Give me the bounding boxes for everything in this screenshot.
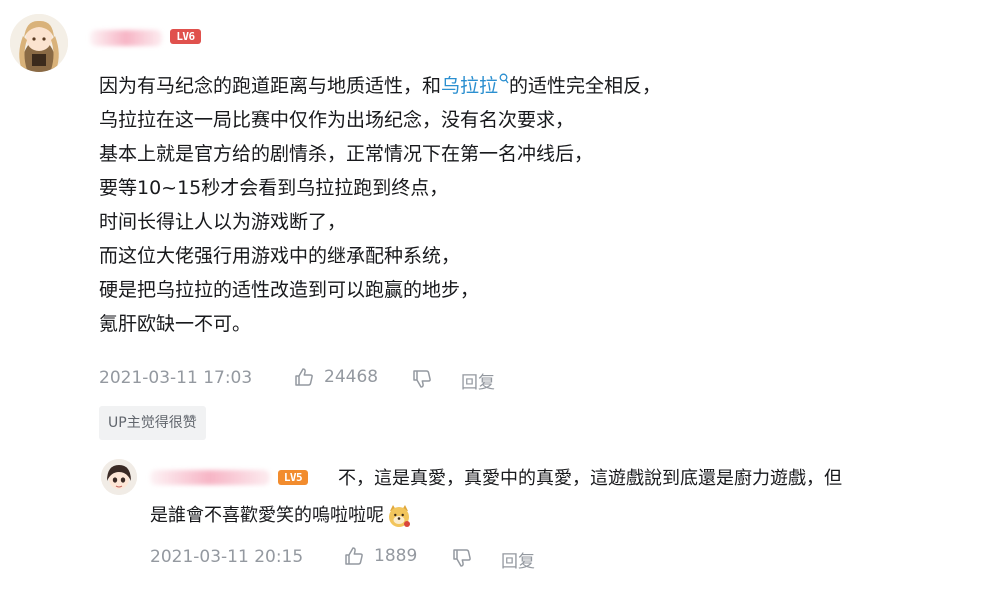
doge-emoji-icon	[386, 503, 412, 529]
replier-avatar[interactable]	[101, 459, 137, 495]
comment-line: 基本上就是官方给的剧情杀，正常情况下在第一名冲线后，	[99, 143, 594, 165]
comment-line: 要等10~15秒才会看到乌拉拉跑到终点，	[99, 177, 449, 199]
comment-timestamp: 2021-03-11 17:03	[99, 368, 253, 388]
comment-line: 因为有马纪念的跑道距离与地质适性，和乌拉拉 的适性完全相反，	[99, 73, 662, 97]
commenter-avatar[interactable]	[10, 14, 68, 72]
like-count: 24468	[324, 367, 379, 387]
thumbs-down-icon	[451, 547, 473, 569]
dislike-button[interactable]	[411, 368, 433, 390]
comment-line: 而这位大佬强行用游戏中的继承配种系统，	[99, 245, 461, 267]
comment-line: 氪肝欧缺一不可。	[99, 313, 252, 335]
like-count: 1889	[374, 546, 418, 566]
reply-button[interactable]: 回复	[501, 547, 535, 572]
search-icon[interactable]	[499, 73, 509, 85]
thumbs-up-icon	[293, 366, 315, 388]
like-button[interactable]: 1889	[343, 545, 417, 567]
thumbs-up-icon	[343, 545, 365, 567]
comment-body: 因为有马纪念的跑道距离与地质适性，和乌拉拉 的适性完全相反， 乌拉拉在这一局比赛中…	[99, 69, 661, 341]
thumbs-down-icon	[411, 368, 433, 390]
search-link[interactable]: 乌拉拉	[441, 75, 498, 97]
commenter-username-blurred[interactable]	[90, 30, 162, 46]
reply-button[interactable]: 回复	[461, 368, 495, 393]
like-button[interactable]: 24468	[293, 366, 378, 388]
level-badge: LV6	[170, 29, 201, 44]
level-badge: LV5	[278, 470, 308, 485]
dislike-button[interactable]	[451, 547, 473, 569]
replier-username-blurred[interactable]	[150, 470, 270, 485]
reply-text-line: 是誰會不喜歡愛笑的嗚啦啦呢	[150, 497, 412, 534]
reply-text-line: 不，這是真愛，真愛中的真愛，這遊戲說到底還是廚力遊戲，但	[338, 468, 842, 489]
comment-line: 乌拉拉在这一局比赛中仅作为出场纪念，没有名次要求，	[99, 109, 575, 131]
reply-timestamp: 2021-03-11 20:15	[150, 547, 304, 567]
up-liked-badge: UP主觉得很赞	[99, 406, 206, 440]
comment-line: 硬是把乌拉拉的适性改造到可以跑赢的地步，	[99, 279, 480, 301]
comment-line: 时间长得让人以为游戏断了，	[99, 211, 347, 233]
